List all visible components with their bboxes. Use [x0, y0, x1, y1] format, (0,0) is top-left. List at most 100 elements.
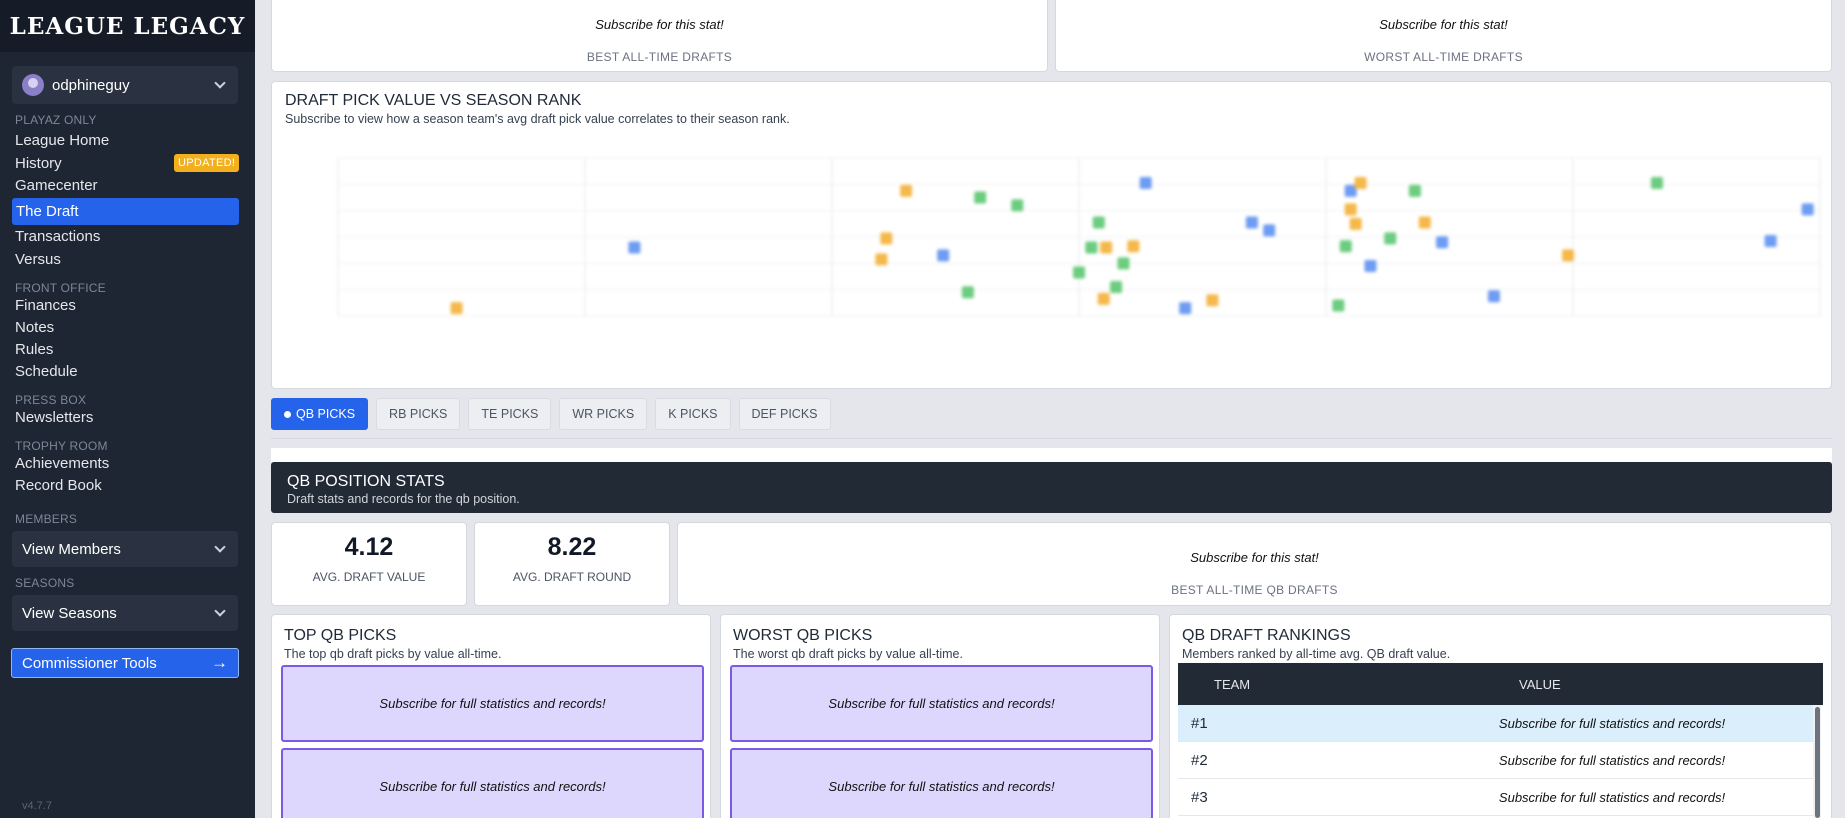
- position-tabs: QB PICKS RB PICKS TE PICKS WR PICKS K PI…: [271, 398, 831, 430]
- card-label: WORST ALL-TIME DRAFTS: [1364, 50, 1523, 64]
- rankings-scroll-thumb[interactable]: [1815, 707, 1820, 818]
- panel-title: QB DRAFT RANKINGS: [1182, 627, 1351, 644]
- scatter-point: [974, 191, 987, 204]
- locked-pick-box[interactable]: Subscribe for full statistics and record…: [281, 665, 704, 742]
- commissioner-tools-button[interactable]: Commissioner Tools →: [11, 648, 239, 678]
- scatter-point: [1117, 257, 1130, 270]
- chart-subtitle: Subscribe to view how a season team's av…: [285, 112, 790, 126]
- position-stats-title: QB POSITION STATS: [287, 473, 445, 490]
- members-dropdown[interactable]: View Members: [12, 531, 238, 567]
- avg-draft-value: 4.12: [344, 533, 394, 561]
- rank-cell: #2: [1191, 752, 1208, 769]
- scatter-point: [1562, 249, 1575, 262]
- sidebar-item-rules[interactable]: Rules: [15, 341, 53, 358]
- scatter-point: [1092, 216, 1105, 229]
- app-version: v4.7.7: [22, 800, 52, 812]
- sidebar-item-newsletters[interactable]: Newsletters: [15, 409, 93, 426]
- tab-label: K PICKS: [668, 407, 718, 421]
- tab-label: QB PICKS: [296, 407, 356, 421]
- chevron-down-icon: [214, 541, 226, 553]
- subscribe-message: Subscribe for this stat!: [1379, 17, 1508, 32]
- value-cell: Subscribe for full statistics and record…: [1498, 716, 1726, 731]
- sidebar-item-achievements[interactable]: Achievements: [15, 455, 109, 472]
- locked-pick-box[interactable]: Subscribe for full statistics and record…: [730, 665, 1153, 742]
- chart-grid: [337, 157, 1821, 317]
- avg-draft-round-label: AVG. DRAFT ROUND: [512, 570, 632, 584]
- scatter-point: [1085, 241, 1098, 254]
- table-row[interactable]: #2 Subscribe for full statistics and rec…: [1178, 742, 1813, 779]
- scatter-point: [1100, 241, 1113, 254]
- rank-cell: #1: [1191, 715, 1208, 732]
- scatter-point: [1418, 216, 1431, 229]
- subscribe-message: Subscribe for this stat!: [1190, 550, 1319, 565]
- tab-k-picks[interactable]: K PICKS: [655, 398, 731, 430]
- panel-subtitle: The top qb draft picks by value all-time…: [284, 647, 502, 661]
- subscribe-message: Subscribe for this stat!: [595, 17, 724, 32]
- avg-draft-round: 8.22: [547, 533, 597, 561]
- section-label-press-box: PRESS BOX: [15, 393, 87, 407]
- sidebar-item-record-book[interactable]: Record Book: [15, 477, 102, 494]
- table-row[interactable]: #1 Subscribe for full statistics and rec…: [1178, 705, 1813, 742]
- section-label-front-office: FRONT OFFICE: [15, 281, 106, 295]
- chart-title: DRAFT PICK VALUE VS SEASON RANK: [285, 92, 582, 109]
- sidebar-item-schedule[interactable]: Schedule: [15, 363, 78, 380]
- active-dot-icon: [284, 410, 291, 418]
- scatter-point: [1349, 217, 1362, 230]
- card-label: BEST ALL-TIME DRAFTS: [586, 50, 733, 64]
- sidebar-item-transactions[interactable]: Transactions: [15, 228, 100, 245]
- tab-rb-picks[interactable]: RB PICKS: [376, 398, 461, 430]
- table-row[interactable]: #3 Subscribe for full statistics and rec…: [1178, 779, 1813, 816]
- avg-draft-value-label: AVG. DRAFT VALUE: [312, 570, 426, 584]
- scatter-point: [628, 241, 641, 254]
- locked-pick-box[interactable]: Subscribe for full statistics and record…: [281, 748, 704, 818]
- locked-pick-box[interactable]: Subscribe for full statistics and record…: [730, 748, 1153, 818]
- tab-wr-picks[interactable]: WR PICKS: [559, 398, 648, 430]
- scatter-point: [961, 286, 974, 299]
- scatter-point: [1263, 224, 1276, 237]
- scatter-point: [880, 232, 893, 245]
- card-label: BEST ALL-TIME QB DRAFTS: [1171, 583, 1338, 597]
- column-header-team[interactable]: TEAM: [1214, 677, 1250, 692]
- seasons-dropdown[interactable]: View Seasons: [12, 595, 238, 631]
- value-cell: Subscribe for full statistics and record…: [1498, 753, 1726, 768]
- sidebar-item-notes[interactable]: Notes: [15, 319, 54, 336]
- panel-title: WORST QB PICKS: [733, 627, 873, 644]
- scatter-point: [1801, 203, 1814, 216]
- tab-def-picks[interactable]: DEF PICKS: [738, 398, 831, 430]
- panel-subtitle: The worst qb draft picks by value all-ti…: [733, 647, 963, 661]
- sidebar-item-gamecenter[interactable]: Gamecenter: [15, 177, 98, 194]
- scatter-point: [1206, 294, 1219, 307]
- sidebar-item-history[interactable]: History: [15, 155, 62, 172]
- scatter-point: [1436, 236, 1449, 249]
- scatter-point: [1364, 259, 1377, 272]
- updated-badge: UPDATED!: [174, 154, 240, 172]
- section-label-members: MEMBERS: [15, 512, 78, 526]
- avg-draft-value-card: 4.12 AVG. DRAFT VALUE: [271, 522, 467, 606]
- column-header-value[interactable]: VALUE: [1519, 677, 1561, 692]
- section-label-seasons: SEASONS: [15, 576, 75, 590]
- tab-label: WR PICKS: [572, 407, 635, 421]
- scatter-point: [1097, 292, 1110, 305]
- scatter-point: [875, 253, 888, 266]
- tab-te-picks[interactable]: TE PICKS: [468, 398, 552, 430]
- sidebar-item-finances[interactable]: Finances: [15, 297, 76, 314]
- logo-bar[interactable]: LEAGUE LEGACY: [0, 0, 255, 52]
- sidebar-item-versus[interactable]: Versus: [15, 251, 61, 268]
- scatter-point: [1339, 240, 1352, 253]
- scatter-point: [1110, 281, 1123, 294]
- scatter-point: [1408, 184, 1421, 197]
- scatter-point: [937, 249, 950, 262]
- sidebar-item-league-home[interactable]: League Home: [15, 132, 109, 149]
- worst-qb-picks-panel: WORST QB PICKS The worst qb draft picks …: [720, 614, 1160, 818]
- tab-qb-picks[interactable]: QB PICKS: [271, 398, 369, 430]
- user-select[interactable]: odphineguy: [12, 66, 238, 104]
- sidebar: LEAGUE LEGACY odphineguy PLAYAZ ONLY Lea…: [0, 0, 255, 818]
- seasons-dropdown-label: View Seasons: [22, 604, 117, 622]
- best-drafts-card: Subscribe for this stat! BEST ALL-TIME D…: [271, 0, 1048, 72]
- top-qb-picks-panel: TOP QB PICKS The top qb draft picks by v…: [271, 614, 711, 818]
- rankings-table-header: TEAM VALUE: [1178, 663, 1823, 705]
- scatter-point: [1764, 234, 1777, 247]
- app-logo[interactable]: LEAGUE LEGACY: [10, 13, 246, 40]
- sidebar-item-the-draft[interactable]: The Draft: [12, 198, 239, 225]
- avatar: [22, 74, 44, 96]
